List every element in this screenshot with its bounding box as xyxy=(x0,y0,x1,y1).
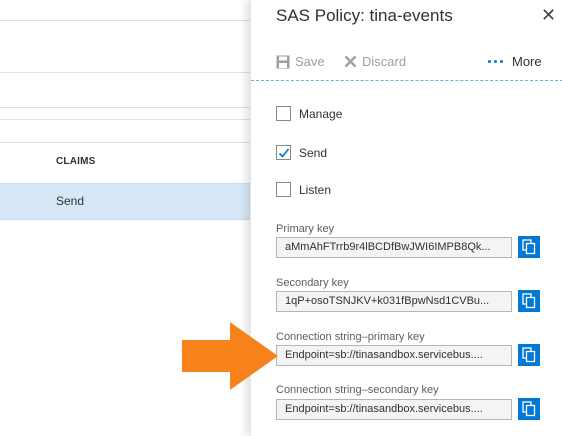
discard-button[interactable]: Discard xyxy=(344,54,406,69)
checkmark-icon xyxy=(278,148,290,158)
checkbox-box[interactable] xyxy=(276,145,291,160)
arrow-icon xyxy=(182,322,278,390)
connection-string-secondary-value: Endpoint=sb://tinasandbox.servicebus.... xyxy=(285,403,483,415)
save-button[interactable]: Save xyxy=(276,54,325,69)
copy-icon xyxy=(522,347,536,363)
toolbar: Save Discard More xyxy=(251,50,562,81)
divider xyxy=(0,119,250,120)
connection-string-primary-field[interactable]: Endpoint=sb://tinasandbox.servicebus.... xyxy=(276,345,512,366)
save-icon xyxy=(276,55,290,68)
divider xyxy=(0,142,250,143)
copy-connection-string-secondary-button[interactable] xyxy=(518,398,540,420)
connection-string-primary-value: Endpoint=sb://tinasandbox.servicebus.... xyxy=(285,349,483,361)
divider xyxy=(0,72,250,73)
copy-secondary-key-button[interactable] xyxy=(518,290,540,312)
manage-label: Manage xyxy=(299,106,343,121)
send-label: Send xyxy=(299,145,328,160)
more-icon xyxy=(488,60,503,63)
divider xyxy=(0,107,250,108)
primary-key-label: Primary key xyxy=(276,223,335,235)
secondary-key-label: Secondary key xyxy=(276,277,349,289)
copy-primary-key-button[interactable] xyxy=(518,236,540,258)
copy-connection-string-primary-button[interactable] xyxy=(518,344,540,366)
primary-key-field[interactable]: aMmAhFTrrb9r4lBCDfBwJWI6IMPB8Qk... xyxy=(276,237,512,258)
close-icon[interactable]: ✕ xyxy=(541,6,556,24)
claims-cell: Send xyxy=(56,194,85,208)
discard-label: Discard xyxy=(362,54,407,69)
save-label: Save xyxy=(295,54,325,69)
manage-checkbox[interactable]: Manage xyxy=(276,106,342,121)
sas-policy-blade: SAS Policy: tina-events ✕ Save Discard M… xyxy=(250,0,562,436)
table-row[interactable]: Send xyxy=(0,183,250,220)
checkbox-box[interactable] xyxy=(276,106,291,121)
connection-string-primary-label: Connection string–primary key xyxy=(276,331,425,343)
copy-icon xyxy=(522,239,536,255)
send-checkbox[interactable]: Send xyxy=(276,145,327,160)
more-label: More xyxy=(512,54,542,69)
copy-icon xyxy=(522,401,536,417)
listen-label: Listen xyxy=(299,182,332,197)
connection-string-secondary-label: Connection string–secondary key xyxy=(276,384,439,396)
more-button[interactable]: More xyxy=(488,54,542,69)
checkbox-box[interactable] xyxy=(276,182,291,197)
secondary-key-value: 1qP+osoTSNJKV+k031fBpwNsd1CVBu... xyxy=(285,295,490,307)
connection-string-secondary-field[interactable]: Endpoint=sb://tinasandbox.servicebus.... xyxy=(276,399,512,420)
discard-icon xyxy=(344,55,357,68)
secondary-key-field[interactable]: 1qP+osoTSNJKV+k031fBpwNsd1CVBu... xyxy=(276,291,512,312)
blade-title: SAS Policy: tina-events xyxy=(276,6,453,25)
copy-icon xyxy=(522,293,536,309)
claims-column-header: CLAIMS xyxy=(56,156,96,167)
divider xyxy=(0,20,250,21)
listen-checkbox[interactable]: Listen xyxy=(276,182,331,197)
primary-key-value: aMmAhFTrrb9r4lBCDfBwJWI6IMPB8Qk... xyxy=(285,241,491,253)
